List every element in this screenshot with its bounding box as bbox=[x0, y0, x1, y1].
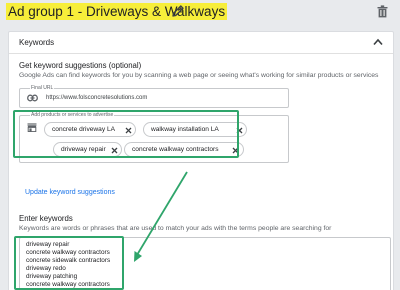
enter-keywords-title: Enter keywords bbox=[19, 214, 73, 223]
final-url-label: Final URL bbox=[30, 85, 55, 91]
ad-group-title: Ad group 1 - Driveways & Walkways bbox=[6, 3, 228, 20]
chevron-up-icon[interactable] bbox=[373, 38, 383, 46]
ad-group-header: Ad group 1 - Driveways & Walkways bbox=[0, 0, 400, 28]
keywords-card-title: Keywords bbox=[19, 38, 55, 47]
suggestions-description: Google Ads can find keywords for you by … bbox=[19, 72, 379, 79]
products-highlight-box bbox=[13, 110, 239, 158]
edit-pencil-icon[interactable] bbox=[171, 4, 185, 18]
final-url-field[interactable]: Final URL https://www.folsconcretesoluti… bbox=[19, 85, 289, 108]
delete-trash-icon[interactable] bbox=[377, 5, 388, 18]
link-icon bbox=[27, 94, 38, 102]
keywords-highlight-box bbox=[14, 236, 124, 290]
enter-keywords-description: Keywords are words or phrases that are u… bbox=[19, 225, 332, 232]
page: Ad group 1 - Driveways & Walkways Keywor… bbox=[0, 0, 400, 290]
final-url-value: https://www.folsconcretesolutions.com bbox=[46, 95, 148, 101]
suggestions-title: Get keyword suggestions (optional) bbox=[19, 61, 142, 70]
update-keyword-suggestions-link[interactable]: Update keyword suggestions bbox=[25, 189, 115, 196]
keywords-card-header[interactable]: Keywords bbox=[9, 32, 393, 54]
